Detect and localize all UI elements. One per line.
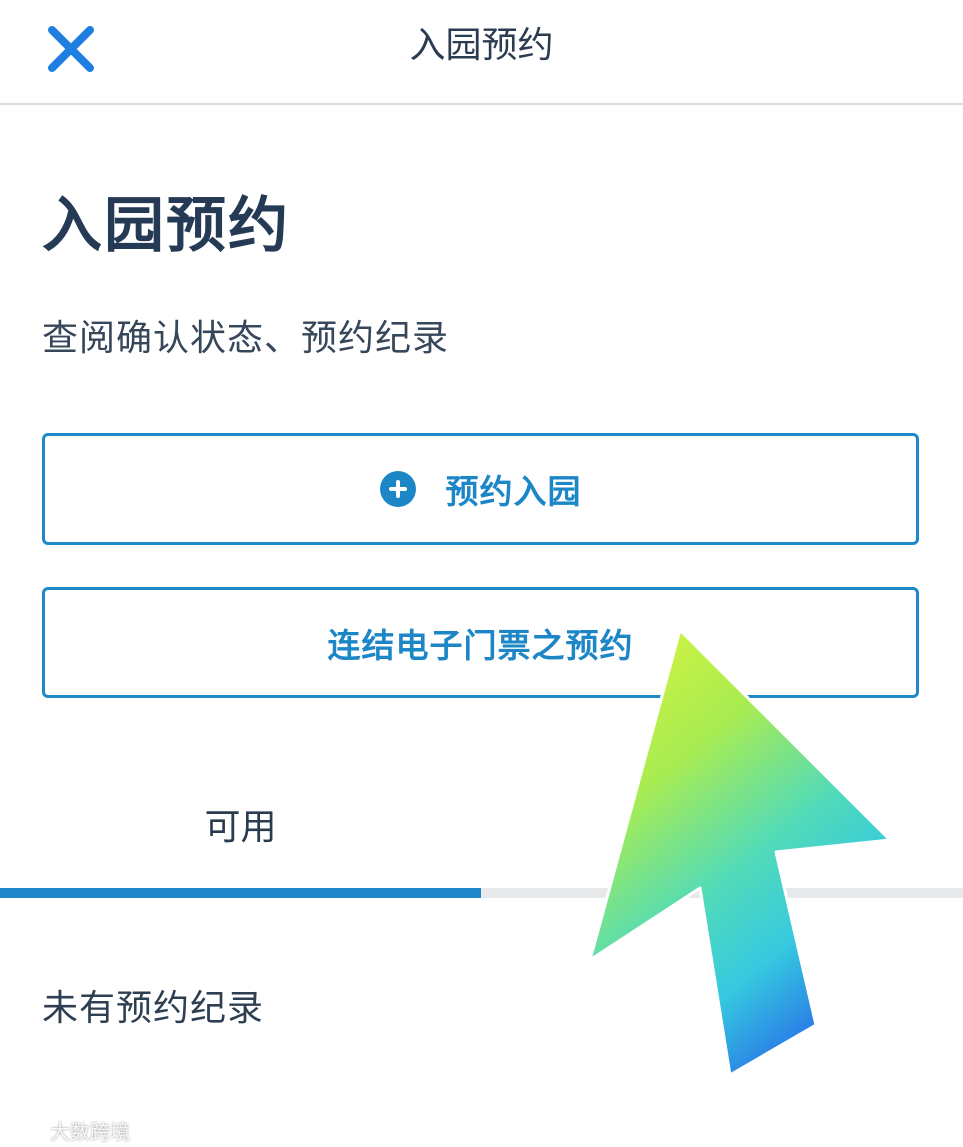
page-subtitle: 查阅确认状态、预约纪录: [42, 318, 450, 359]
reserve-entry-label: 预约入园: [445, 472, 582, 511]
reserve-entry-button[interactable]: 预约入园: [42, 433, 919, 545]
watermark: 大数跨境: [6, 1117, 130, 1144]
tab-available[interactable]: 可用: [0, 790, 481, 900]
watermark-logo-icon: [6, 1120, 44, 1140]
tab-available-label: 可用: [204, 807, 277, 848]
plus-circle-icon: [379, 471, 416, 507]
link-e-ticket-label: 连结电子门票之预约: [327, 625, 634, 665]
page-title: 入园预约: [42, 191, 290, 261]
top-bar: 入园预约: [0, 0, 963, 105]
header-title: 入园预约: [409, 25, 554, 66]
tab-active-indicator: [0, 888, 481, 898]
empty-state-message: 未有预约纪录: [42, 988, 265, 1029]
link-e-ticket-button[interactable]: 连结电子门票之预约: [42, 587, 919, 698]
reservation-page: 入园预约 入园预约 查阅确认状态、预约纪录 预约入园 连结电子门票之预约 可用 …: [0, 0, 963, 1147]
watermark-text: 大数跨境: [50, 1119, 130, 1144]
